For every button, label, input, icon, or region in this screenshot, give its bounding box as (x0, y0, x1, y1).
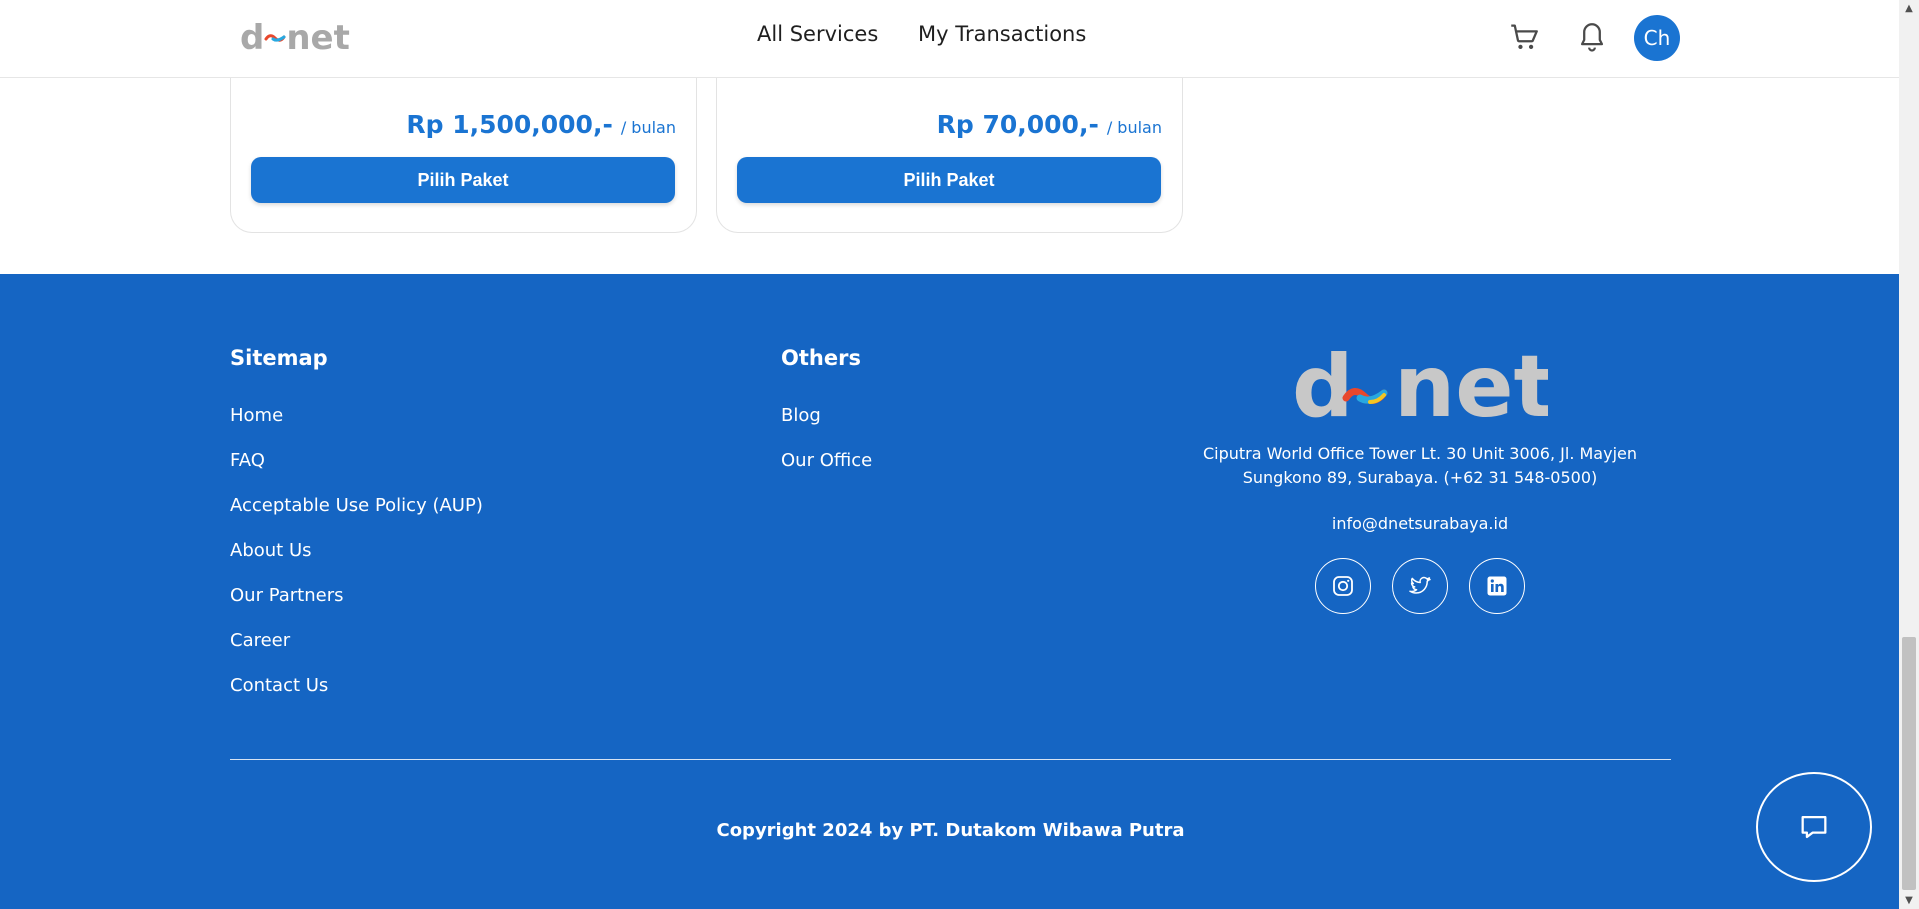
price-row: Rp 70,000,- / bulan (937, 110, 1162, 139)
cart-icon[interactable] (1507, 20, 1541, 54)
logo-wave-icon (264, 34, 286, 42)
twitter-icon[interactable] (1392, 558, 1448, 614)
contact-email[interactable]: info@dnetsurabaya.id (1180, 514, 1660, 533)
office-address: Ciputra World Office Tower Lt. 30 Unit 3… (1180, 442, 1660, 490)
pilih-paket-button[interactable]: Pilih Paket (251, 157, 675, 203)
nav-all-services[interactable]: All Services (757, 22, 878, 46)
vertical-scrollbar[interactable]: ▲ ▼ (1899, 0, 1919, 909)
price-period: / bulan (620, 118, 676, 137)
footer-link-our-partners[interactable]: Our Partners (230, 585, 344, 606)
copyright-text: Copyright 2024 by PT. Dutakom Wibawa Put… (716, 820, 1185, 841)
site-footer: Sitemap Home FAQ Acceptable Use Policy (… (0, 274, 1899, 909)
dnet-logo[interactable]: d net (240, 18, 350, 58)
logo-letter-d: d (1292, 348, 1354, 428)
footer-link-our-office[interactable]: Our Office (781, 450, 872, 471)
footer-link-home[interactable]: Home (230, 405, 283, 426)
address-line-2: Sungkono 89, Surabaya. (+62 31 548-0500) (1242, 468, 1598, 487)
footer-link-about-us[interactable]: About Us (230, 540, 312, 561)
others-title: Others (781, 346, 861, 370)
footer-link-aup[interactable]: Acceptable Use Policy (AUP) (230, 495, 483, 516)
price-row: Rp 1,500,000,- / bulan (406, 110, 676, 139)
logo-text-net: net (1394, 348, 1548, 428)
chat-button[interactable] (1756, 772, 1872, 882)
price-period: / bulan (1106, 118, 1162, 137)
nav-my-transactions[interactable]: My Transactions (918, 22, 1086, 46)
footer-link-contact-us[interactable]: Contact Us (230, 675, 328, 696)
package-price: Rp 70,000,- (936, 110, 1099, 139)
instagram-icon[interactable] (1315, 558, 1371, 614)
bell-icon[interactable] (1575, 20, 1609, 54)
chat-bubble-icon (1801, 815, 1827, 839)
linkedin-icon[interactable] (1469, 558, 1525, 614)
footer-link-faq[interactable]: FAQ (230, 450, 265, 471)
pilih-paket-button[interactable]: Pilih Paket (737, 157, 1161, 203)
scroll-down-arrow-icon[interactable]: ▼ (1899, 892, 1919, 909)
scroll-up-arrow-icon[interactable]: ▲ (1899, 0, 1919, 17)
logo-letter-d: d (240, 18, 265, 58)
user-avatar[interactable]: Ch (1634, 15, 1680, 61)
logo-text-net: net (286, 18, 350, 58)
address-line-1: Ciputra World Office Tower Lt. 30 Unit 3… (1202, 444, 1637, 463)
dnet-footer-logo: d net (1292, 337, 1555, 437)
footer-divider (230, 759, 1671, 760)
sitemap-title: Sitemap (230, 346, 328, 370)
top-header: d net All Services My Transactions Ch (0, 0, 1899, 78)
scrollbar-thumb[interactable] (1902, 637, 1916, 890)
footer-link-career[interactable]: Career (230, 630, 290, 651)
package-price: Rp 1,500,000,- (406, 110, 613, 139)
footer-link-blog[interactable]: Blog (781, 405, 821, 426)
